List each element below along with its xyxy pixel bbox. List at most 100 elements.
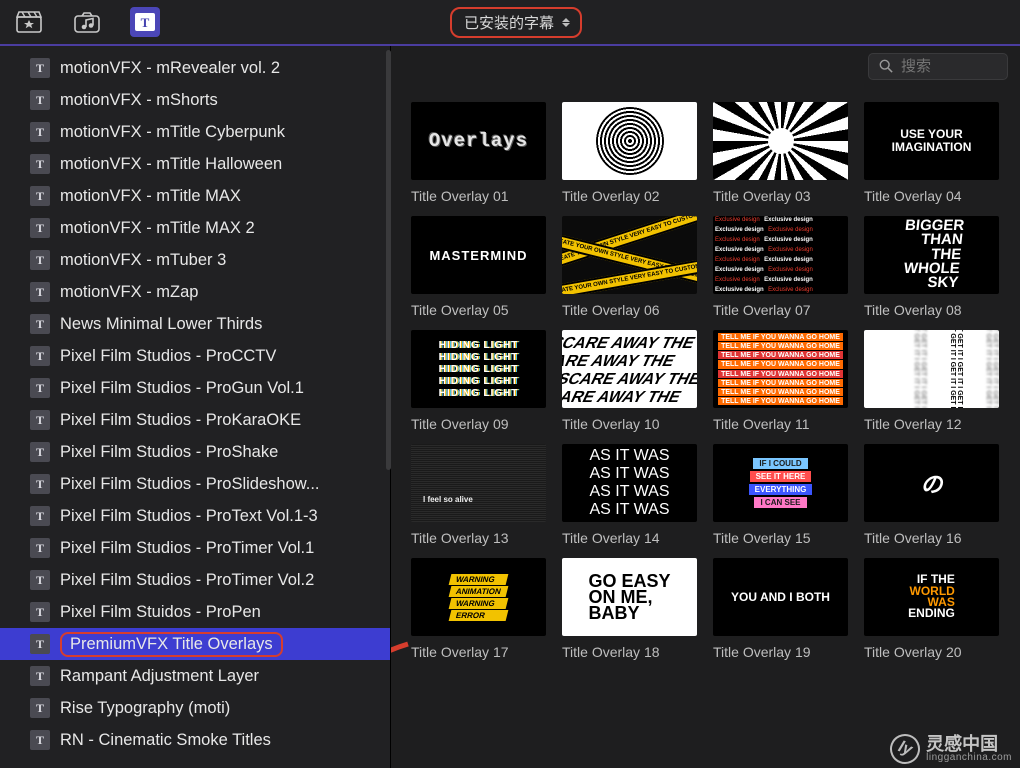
thumbnail-caption: Title Overlay 08 <box>864 302 999 318</box>
sidebar-item-label: motionVFX - mTitle MAX 2 <box>60 219 255 238</box>
sidebar-item[interactable]: TmotionVFX - mRevealer vol. 2 <box>0 52 390 84</box>
search-field[interactable] <box>868 53 1008 80</box>
title-category-icon: T <box>30 442 50 462</box>
sidebar-item[interactable]: TRise Typography (moti) <box>0 692 390 724</box>
media-library-button[interactable] <box>14 7 44 37</box>
title-category-icon: T <box>30 538 50 558</box>
thumbnail-preview[interactable]: YOU AND I BOTH <box>713 558 848 636</box>
titles-filter-dropdown[interactable]: 已安装的字幕 <box>450 7 582 38</box>
sidebar-item[interactable]: TPixel Film Studios - ProGun Vol.1 <box>0 372 390 404</box>
thumbnail-preview[interactable]: GO EASYON ME,BABY <box>562 558 697 636</box>
chevron-updown-icon <box>562 18 570 27</box>
title-category-icon: T <box>30 346 50 366</box>
thumbnail-caption: Title Overlay 16 <box>864 530 999 546</box>
thumbnail-preview[interactable]: の <box>864 444 999 522</box>
sidebar-item[interactable]: TPixel Film Stuidos - ProPen <box>0 596 390 628</box>
thumbnail-preview[interactable]: CREATE YOUR OWN STYLE VERY EASY TO CUSTO… <box>562 216 697 294</box>
sidebar-scrollbar[interactable] <box>386 50 391 470</box>
thumbnail-cell[interactable]: Title Overlay 02 <box>562 102 697 204</box>
thumbnail-caption: Title Overlay 06 <box>562 302 697 318</box>
thumbnail-caption: Title Overlay 13 <box>411 530 546 546</box>
thumbnail-preview[interactable]: IF THEWORLDWASENDING <box>864 558 999 636</box>
thumbnail-preview[interactable]: SCARE AWAY THESCARE AWAY THESCARE AWAY T… <box>562 330 697 408</box>
title-category-icon: T <box>30 506 50 526</box>
sidebar-item[interactable]: TmotionVFX - mTitle Halloween <box>0 148 390 180</box>
thumbnail-cell[interactable]: の Title Overlay 16 <box>864 444 999 546</box>
thumbnail-cell[interactable]: SCARE AWAY THESCARE AWAY THESCARE AWAY T… <box>562 330 697 432</box>
thumbnail-caption: Title Overlay 01 <box>411 188 546 204</box>
thumbnail-preview[interactable]: WARNINGANIMATIONWARNINGERROR <box>411 558 546 636</box>
thumbnail-caption: Title Overlay 07 <box>713 302 848 318</box>
thumbnail-cell[interactable]: IF THEWORLDWASENDINGTitle Overlay 20 <box>864 558 999 660</box>
thumbnail-cell[interactable]: TELL ME IF YOU WANNA GO HOMETELL ME IF Y… <box>713 330 848 432</box>
thumbnail-cell[interactable]: MASTERMIND Title Overlay 05 <box>411 216 546 318</box>
thumbnail-preview[interactable] <box>411 444 546 522</box>
thumbnail-preview[interactable] <box>713 102 848 180</box>
sidebar-item[interactable]: TPixel Film Studios - ProShake <box>0 436 390 468</box>
thumbnail-cell[interactable]: YOU AND I BOTHTitle Overlay 19 <box>713 558 848 660</box>
sidebar-item-label: motionVFX - mTitle Halloween <box>60 155 282 174</box>
thumbnail-preview[interactable]: TELL ME IF YOU WANNA GO HOMETELL ME IF Y… <box>713 330 848 408</box>
thumbnail-caption: Title Overlay 15 <box>713 530 848 546</box>
thumbnail-preview[interactable] <box>562 102 697 180</box>
title-category-icon: T <box>30 154 50 174</box>
thumbnail-preview[interactable]: HIDING LIGHTHIDING LIGHTHIDING LIGHTHIDI… <box>411 330 546 408</box>
sidebar-item-label: motionVFX - mZap <box>60 283 198 302</box>
thumbnail-cell[interactable]: IF I COULDSEE IT HEREEVERYTHINGI CAN SEE… <box>713 444 848 546</box>
thumbnail-cell[interactable]: GO EASYON ME,BABYTitle Overlay 18 <box>562 558 697 660</box>
thumbnail-caption: Title Overlay 09 <box>411 416 546 432</box>
thumbnail-preview[interactable]: BIGGERTHANTHEWHOLESKY <box>864 216 999 294</box>
sidebar-item[interactable]: TPremiumVFX Title Overlays <box>0 628 390 660</box>
sidebar-item[interactable]: TmotionVFX - mTitle Cyberpunk <box>0 116 390 148</box>
thumbnail-cell[interactable]: AS IT WASAS IT WASAS IT WASAS IT WASTitl… <box>562 444 697 546</box>
sidebar-item[interactable]: TPixel Film Studios - ProText Vol.1-3 <box>0 500 390 532</box>
audio-library-button[interactable] <box>72 7 102 37</box>
thumbnail-preview[interactable]: IT GET IT I GET IT I GET IT IT GET IT I … <box>864 330 999 408</box>
title-category-icon: T <box>30 378 50 398</box>
sidebar-item-label: News Minimal Lower Thirds <box>60 315 262 334</box>
thumbnail-cell[interactable]: BIGGERTHANTHEWHOLESKY Title Overlay 08 <box>864 216 999 318</box>
sidebar-item[interactable]: TPixel Film Studios - ProTimer Vol.1 <box>0 532 390 564</box>
thumbnail-caption: Title Overlay 03 <box>713 188 848 204</box>
sidebar-item[interactable]: TRampant Adjustment Layer <box>0 660 390 692</box>
watermark-text-cn: 灵感中国 <box>926 735 1012 753</box>
title-category-icon: T <box>30 218 50 238</box>
thumbnail-cell[interactable]: CREATE YOUR OWN STYLE VERY EASY TO CUSTO… <box>562 216 697 318</box>
sidebar-item[interactable]: TPixel Film Studios - ProCCTV <box>0 340 390 372</box>
search-input[interactable] <box>901 58 997 75</box>
sidebar-item-label: motionVFX - mTitle Cyberpunk <box>60 123 285 142</box>
sidebar-item[interactable]: TmotionVFX - mTitle MAX <box>0 180 390 212</box>
sidebar-item-label: Rise Typography (moti) <box>60 699 230 718</box>
thumbnail-preview[interactable]: IF I COULDSEE IT HEREEVERYTHINGI CAN SEE <box>713 444 848 522</box>
sidebar-item[interactable]: TPixel Film Studios - ProSlideshow... <box>0 468 390 500</box>
thumbnail-cell[interactable]: IT GET IT I GET IT I GET IT IT GET IT I … <box>864 330 999 432</box>
thumbnail-preview[interactable]: Overlays <box>411 102 546 180</box>
thumbnail-caption: Title Overlay 05 <box>411 302 546 318</box>
sidebar-item[interactable]: TmotionVFX - mTuber 3 <box>0 244 390 276</box>
thumbnail-preview[interactable]: Exclusive design Exclusive designExclusi… <box>713 216 848 294</box>
sidebar-item[interactable]: TmotionVFX - mZap <box>0 276 390 308</box>
sidebar-item[interactable]: TmotionVFX - mTitle MAX 2 <box>0 212 390 244</box>
sidebar-item[interactable]: TPixel Film Studios - ProTimer Vol.2 <box>0 564 390 596</box>
thumbnail-caption: Title Overlay 04 <box>864 188 999 204</box>
thumbnail-cell[interactable]: Title Overlay 03 <box>713 102 848 204</box>
titles-library-button[interactable]: T <box>130 7 160 37</box>
thumbnail-cell[interactable]: HIDING LIGHTHIDING LIGHTHIDING LIGHTHIDI… <box>411 330 546 432</box>
sidebar-item[interactable]: TRN - Cinematic Smoke Titles <box>0 724 390 756</box>
thumbnail-cell[interactable]: USE YOURIMAGINATION Title Overlay 04 <box>864 102 999 204</box>
thumbnail-preview[interactable]: MASTERMIND <box>411 216 546 294</box>
thumbnail-cell[interactable]: Exclusive design Exclusive designExclusi… <box>713 216 848 318</box>
sidebar-item[interactable]: TPixel Film Studios - ProKaraOKE <box>0 404 390 436</box>
sidebar-item-label: motionVFX - mRevealer vol. 2 <box>60 59 280 78</box>
clapperboard-star-icon <box>16 11 42 33</box>
thumbnail-cell[interactable]: WARNINGANIMATIONWARNINGERRORTitle Overla… <box>411 558 546 660</box>
thumbnail-cell[interactable]: Title Overlay 13 <box>411 444 546 546</box>
thumbnail-preview[interactable]: USE YOURIMAGINATION <box>864 102 999 180</box>
sidebar-item[interactable]: TmotionVFX - mShorts <box>0 84 390 116</box>
dropdown-label: 已安装的字幕 <box>464 12 554 33</box>
thumbnail-preview[interactable]: AS IT WASAS IT WASAS IT WASAS IT WAS <box>562 444 697 522</box>
sidebar-item[interactable]: TNews Minimal Lower Thirds <box>0 308 390 340</box>
thumbnail-cell[interactable]: Overlays Title Overlay 01 <box>411 102 546 204</box>
sidebar-category-list[interactable]: TmotionVFX - mRevealer vol. 2TmotionVFX … <box>0 46 390 768</box>
sidebar-item-label: motionVFX - mTuber 3 <box>60 251 226 270</box>
